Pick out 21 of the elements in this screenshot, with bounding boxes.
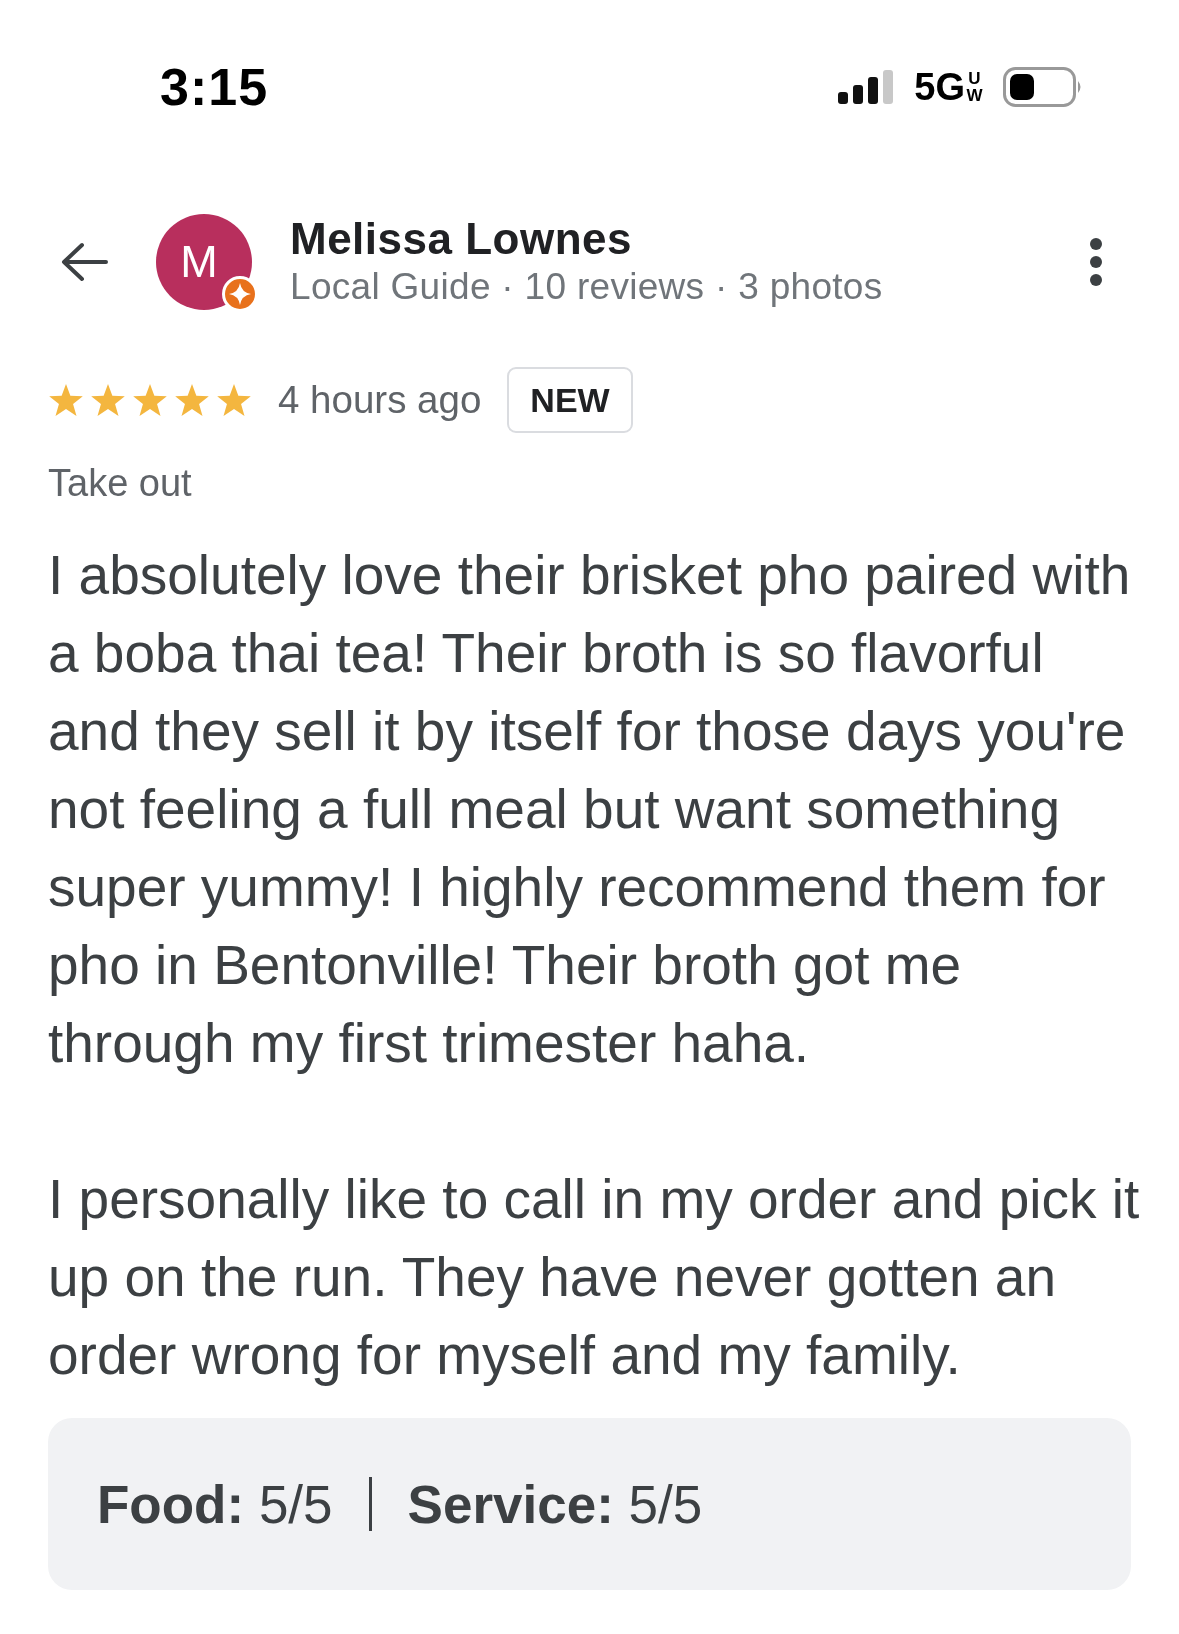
star-icon bbox=[216, 382, 252, 418]
signal-icon bbox=[838, 70, 895, 104]
more-options-icon[interactable] bbox=[1089, 237, 1103, 287]
avatar: M bbox=[156, 214, 252, 310]
star-icon bbox=[132, 382, 168, 418]
star-icon bbox=[48, 382, 84, 418]
review-paragraph: I absolutely love their brisket pho paired with a boba thai tea! Their broth is so flavorful and they sell it by itself for those days you're not feeling a full meal but want something super yummy! I highly recommend them for pho in Bentonville! Their broth got me through my first trimester haha. bbox=[48, 543, 1132, 1076]
star-icon bbox=[174, 382, 210, 418]
review-paragraph: I personally like to call in my order and pick it up on the run. They have never gotten an order wrong for myself and my family. bbox=[48, 1167, 1141, 1388]
status-time: 3:15 bbox=[160, 57, 269, 117]
battery-icon bbox=[1003, 67, 1083, 107]
review-time: 4 hours ago bbox=[278, 378, 482, 422]
new-badge: NEW bbox=[507, 367, 633, 433]
service-type: Take out bbox=[48, 461, 193, 506]
reviewer-stats: Local Guide · 10 reviews · 3 photos bbox=[290, 265, 884, 309]
reviewer-name[interactable]: Melissa Lownes bbox=[290, 214, 1089, 264]
back-arrow-icon[interactable] bbox=[60, 242, 108, 282]
aspect-rating: Food: 5/5 bbox=[97, 1473, 333, 1535]
aspect-rating: Service: 5/5 bbox=[407, 1473, 703, 1535]
star-icon bbox=[90, 382, 126, 418]
local-guide-badge-icon bbox=[222, 276, 258, 312]
